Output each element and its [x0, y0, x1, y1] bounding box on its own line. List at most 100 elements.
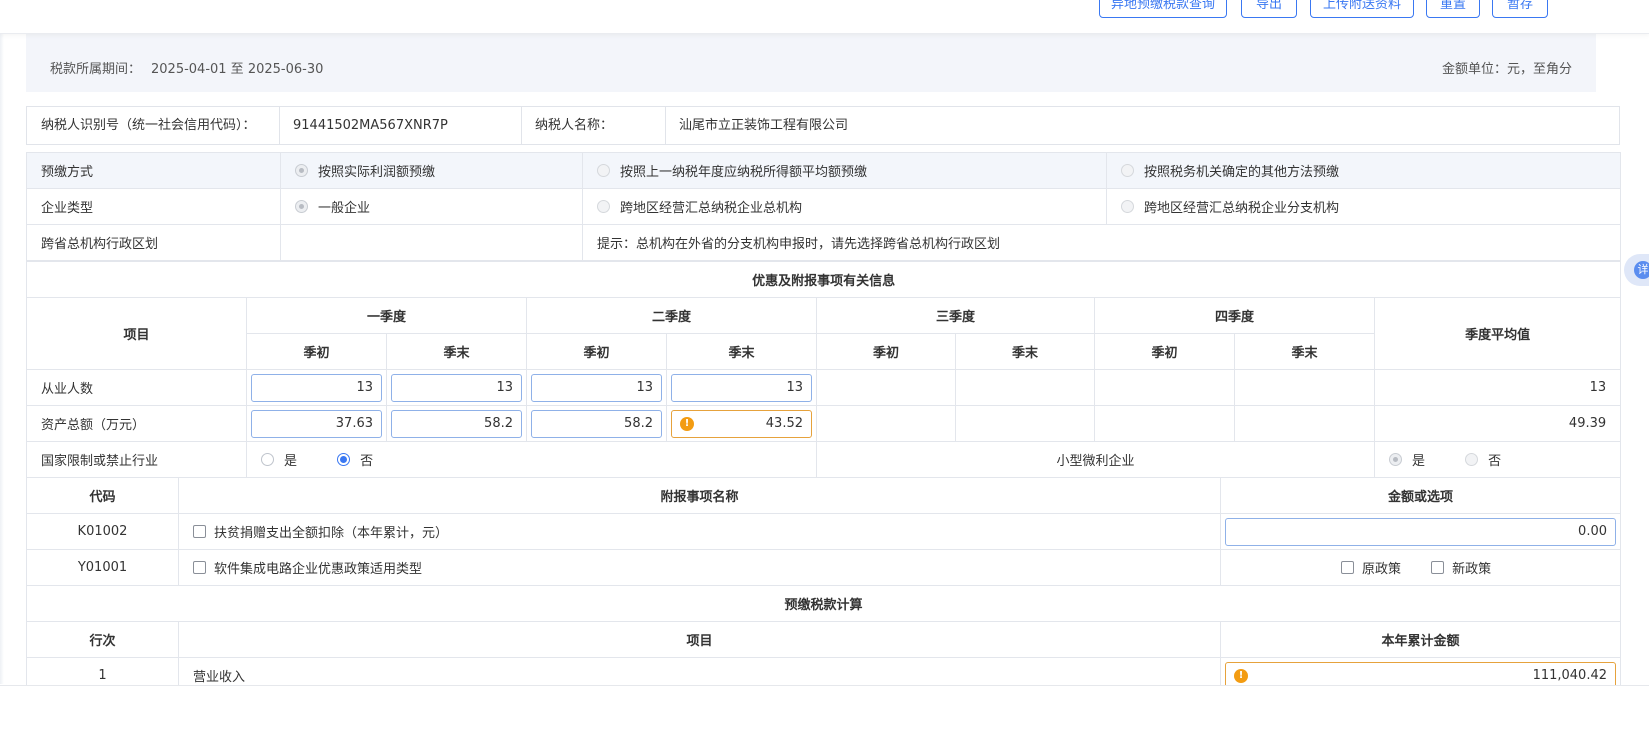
restricted-industry-row: 国家限制或禁止行业 是 否 小型微利企业 是 否 [26, 441, 1622, 478]
restricted-industry-label: 国家限制或禁止行业 [26, 441, 247, 478]
save-draft-button[interactable]: 暂存 [1492, 0, 1548, 18]
policy-type-options: 原政策 新政策 [1220, 549, 1621, 586]
amount-unit-note: 金额单位：元，至角分 [1441, 62, 1572, 77]
enterprise-option-branch[interactable]: 跨地区经营汇总纳税企业分支机构 [1106, 188, 1621, 225]
q4-end-header: 季末 [1234, 333, 1375, 370]
radio-icon[interactable] [295, 200, 308, 213]
top-toolbar: 异地预缴税款查询 导出 上传附送资料 重置 暂存 [0, 0, 1649, 34]
remote-prepaid-query-button[interactable]: 异地预缴税款查询 [1099, 0, 1227, 18]
employees-q3-end [955, 369, 1095, 406]
attachment-code: K01002 [26, 513, 179, 550]
small-micro-no-radio[interactable] [1465, 453, 1479, 466]
employees-q2-start-input[interactable]: 13 [531, 373, 662, 402]
attachment-row: Y01001 软件集成电路企业优惠政策适用类型 原政策 新政策 [26, 549, 1621, 586]
q2-header: 二季度 [526, 297, 817, 334]
assets-q3-end [955, 405, 1095, 442]
amount-option-header: 金额或选项 [1220, 477, 1621, 514]
taxpayer-id-value: 91441502MA567XNR7P [293, 118, 448, 133]
quarter-average-header: 季度平均值 [1373, 297, 1622, 370]
assets-q3-start [816, 405, 956, 442]
restricted-industry-options: 是 否 [246, 441, 817, 478]
attachment-code: Y01001 [26, 549, 179, 586]
employees-q1-end-input[interactable]: 13 [391, 373, 522, 402]
prepay-option-actual[interactable]: 按照实际利润额预缴 [280, 152, 583, 189]
left-edge-shadow [0, 34, 4, 684]
q1-header: 一季度 [246, 297, 527, 334]
enterprise-type-row: 企业类型 一般企业 跨地区经营汇总纳税企业总机构 跨地区经营汇总纳税企业分支机构 [26, 188, 1621, 225]
cross-province-row: 跨省总机构行政区划 提示：总机构在外省的分支机构申报时，请先选择跨省总机构行政区… [26, 224, 1621, 261]
warning-icon: ! [680, 416, 694, 431]
q3-start-header: 季初 [816, 333, 956, 370]
employees-q2-end-input[interactable]: 13 [671, 373, 812, 402]
radio-icon[interactable] [597, 200, 610, 213]
reset-button[interactable]: 重置 [1426, 0, 1480, 18]
small-micro-options: 是 否 [1373, 441, 1622, 478]
assets-q1-start-input[interactable]: 37.63 [251, 409, 382, 438]
prepay-option-other[interactable]: 按照税务机关确定的其他方法预缴 [1106, 152, 1621, 189]
radio-icon[interactable] [1121, 164, 1134, 177]
assets-average: 49.39 [1373, 405, 1622, 442]
taxpayer-name-label: 纳税人名称： [535, 118, 614, 133]
assets-q1-end-input[interactable]: 58.2 [391, 409, 522, 438]
employees-q4-end [1234, 369, 1375, 406]
employees-average: 13 [1373, 369, 1622, 406]
employees-q4-start [1094, 369, 1235, 406]
assets-q4-start [1094, 405, 1235, 442]
detail-icon: 详 [1634, 261, 1649, 279]
checkbox-icon[interactable] [193, 525, 206, 538]
upload-attachments-button[interactable]: 上传附送资料 [1310, 0, 1414, 18]
total-assets-row: 资产总额（万元） 37.63 58.2 58.2 ! 43.52 49.39 [26, 405, 1622, 442]
taxpayer-id-label: 纳税人识别号（统一社会信用代码）： [41, 118, 256, 133]
restricted-yes-radio[interactable] [261, 453, 274, 466]
radio-icon[interactable] [1121, 200, 1134, 213]
attachment-name[interactable]: 扶贫捐赠支出全额扣除（本年累计，元） [178, 513, 1221, 550]
enterprise-type-label: 企业类型 [26, 188, 281, 225]
attachment-name[interactable]: 软件集成电路企业优惠政策适用类型 [178, 549, 1221, 586]
small-micro-label: 小型微利企业 [816, 441, 1375, 478]
old-policy-checkbox[interactable] [1341, 561, 1354, 574]
assets-q2-start-input[interactable]: 58.2 [531, 409, 662, 438]
employees-row: 从业人数 13 13 13 13 13 [26, 369, 1622, 406]
checkbox-icon[interactable] [193, 561, 206, 574]
cross-province-label: 跨省总机构行政区划 [26, 224, 281, 261]
prepay-method-label: 预缴方式 [26, 152, 281, 189]
bottom-bar [0, 685, 1649, 738]
assets-q2-end-input[interactable]: ! 43.52 [671, 409, 812, 438]
q1-end-header: 季末 [386, 333, 527, 370]
enterprise-option-head[interactable]: 跨地区经营汇总纳税企业总机构 [582, 188, 1107, 225]
export-button[interactable]: 导出 [1241, 0, 1297, 18]
employees-q1-start-input[interactable]: 13 [251, 373, 382, 402]
declaration-method-table: 预缴方式 按照实际利润额预缴 按照上一纳税年度应纳税所得额平均额预缴 按照税务机… [26, 152, 1621, 261]
employees-q3-start [816, 369, 956, 406]
attachment-row: K01002 扶贫捐赠支出全额扣除（本年累计，元） 0.00 [26, 513, 1621, 550]
warning-icon: ! [1234, 668, 1248, 683]
new-policy-checkbox[interactable] [1431, 561, 1445, 574]
taxpayer-info-row: 纳税人识别号（统一社会信用代码）： 91441502MA567XNR7P 纳税人… [26, 106, 1620, 145]
employees-label: 从业人数 [26, 369, 247, 406]
q4-header: 四季度 [1094, 297, 1375, 334]
prepay-method-row: 预缴方式 按照实际利润额预缴 按照上一纳税年度应纳税所得额平均额预缴 按照税务机… [26, 152, 1621, 189]
tax-period-bar: 税款所属期间： 2025-04-01 至 2025-06-30 金额单位：元，至… [26, 34, 1596, 92]
q2-end-header: 季末 [666, 333, 817, 370]
restricted-no-radio[interactable] [337, 453, 351, 466]
side-detail-tab[interactable]: 详 [1624, 254, 1649, 286]
cross-province-select[interactable] [280, 224, 583, 261]
radio-icon[interactable] [597, 164, 610, 177]
q1-start-header: 季初 [246, 333, 387, 370]
taxpayer-name-value: 汕尾市立正装饰工程有限公司 [679, 118, 849, 133]
preferential-info-table: 优惠及附报事项有关信息 项目 一季度 二季度 三季度 四季度 季度平均值 季初 … [25, 261, 1622, 478]
q3-header: 三季度 [816, 297, 1095, 334]
q4-start-header: 季初 [1094, 333, 1235, 370]
assets-q4-end [1234, 405, 1375, 442]
small-micro-yes-radio[interactable] [1389, 453, 1402, 466]
poverty-donation-amount-input[interactable]: 0.00 [1225, 517, 1616, 546]
ytd-amount-header: 本年累计金额 [1220, 621, 1621, 658]
enterprise-option-general[interactable]: 一般企业 [280, 188, 583, 225]
q2-start-header: 季初 [526, 333, 667, 370]
calculation-section-title: 预缴税款计算 [26, 585, 1621, 622]
tax-period-label: 税款所属期间： [50, 62, 142, 77]
attachments-table: 代码 附报事项名称 金额或选项 K01002 扶贫捐赠支出全额扣除（本年累计，元… [26, 477, 1621, 694]
radio-icon[interactable] [295, 164, 308, 177]
prepay-option-average[interactable]: 按照上一纳税年度应纳税所得额平均额预缴 [582, 152, 1107, 189]
cross-province-hint: 提示：总机构在外省的分支机构申报时，请先选择跨省总机构行政区划 [582, 224, 1621, 261]
